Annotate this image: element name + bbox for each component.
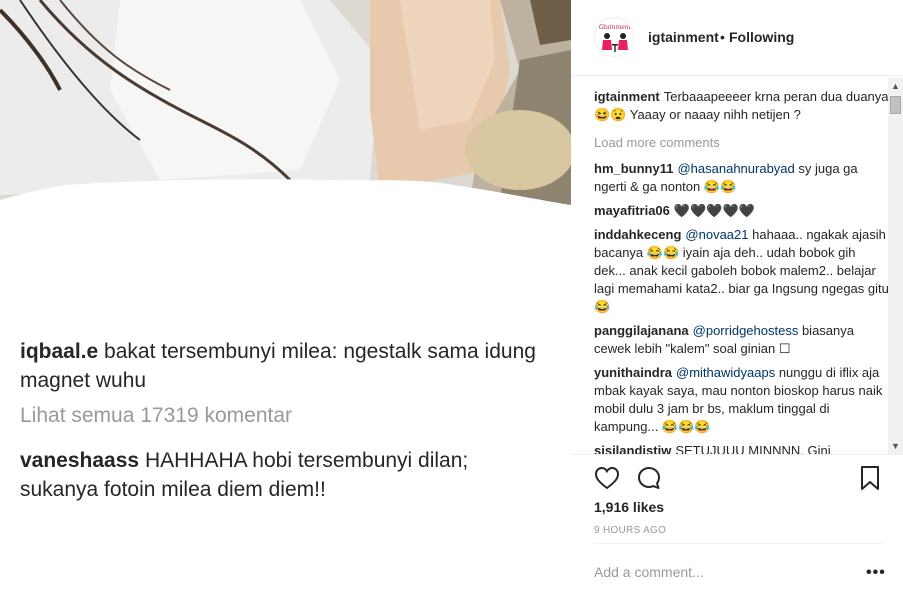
overlay-caption-2: vaneshaass HAHHAHA hobi tersembunyi dila… bbox=[20, 446, 550, 504]
comment-text: SETUJUUU MINNNN. Gini bbox=[675, 443, 831, 454]
comment-mention[interactable]: @porridgehostess bbox=[693, 323, 799, 338]
scrollbar-thumb[interactable] bbox=[890, 96, 901, 114]
load-more-comments-button[interactable]: Load more comments bbox=[594, 135, 890, 150]
header-username[interactable]: igtainment bbox=[648, 29, 719, 45]
comment-username[interactable]: sisilandistiw bbox=[594, 443, 671, 454]
comment-text: 🖤🖤🖤🖤🖤 bbox=[673, 203, 755, 218]
caption-username[interactable]: igtainment bbox=[594, 89, 660, 104]
more-options-button[interactable]: ••• bbox=[866, 564, 886, 582]
following-button[interactable]: Following bbox=[729, 29, 794, 45]
avatar[interactable]: Gtainment bbox=[594, 17, 634, 57]
comment-mention[interactable]: @novaa21 bbox=[685, 227, 748, 242]
overlay-caption-1-text: bakat tersembunyi milea: ngestalk sama i… bbox=[20, 340, 536, 392]
add-comment-bar: ••• bbox=[594, 543, 885, 595]
overlay-caption-2-user: vaneshaass bbox=[20, 449, 140, 472]
post-side-panel: Gtainment igtainment • Following igtainm… bbox=[571, 0, 903, 595]
header-separator: • bbox=[720, 29, 725, 45]
post-header: Gtainment igtainment • Following bbox=[571, 0, 903, 76]
overlay-caption-1: iqbaal.e bakat tersembunyi milea: ngesta… bbox=[20, 337, 550, 395]
comment-item: mayafitria06 🖤🖤🖤🖤🖤 bbox=[594, 202, 890, 220]
add-comment-input[interactable] bbox=[594, 564, 834, 580]
avatar-logo-text: Gtainment bbox=[599, 24, 632, 31]
bookmark-icon[interactable] bbox=[859, 465, 881, 491]
post-actions: 1,916 likes 9 HOURS AGO bbox=[571, 454, 903, 544]
comment-item: panggilajanana @porridgehostess biasanya … bbox=[594, 322, 890, 358]
comment-username[interactable]: hm_bunny11 bbox=[594, 161, 673, 176]
heart-icon[interactable] bbox=[594, 465, 620, 491]
comments-scrollbar[interactable]: ▲ ▼ bbox=[888, 78, 903, 454]
caption-comment: igtainment Terbaaapeeeer krna peran dua d… bbox=[594, 88, 890, 124]
photo-illustration bbox=[0, 0, 571, 215]
post-image[interactable]: iqbaal.e bakat tersembunyi milea: ngesta… bbox=[0, 0, 571, 595]
comment-mention[interactable]: @mithawidyaaps bbox=[676, 365, 775, 380]
comment-bubble-icon[interactable] bbox=[636, 465, 662, 491]
post-timestamp[interactable]: 9 HOURS AGO bbox=[594, 525, 666, 536]
post-photo bbox=[0, 0, 571, 215]
scroll-up-arrow-icon[interactable]: ▲ bbox=[888, 78, 903, 94]
like-count[interactable]: 1,916 likes bbox=[594, 499, 664, 515]
comments-list[interactable]: igtainment Terbaaapeeeer krna peran dua d… bbox=[594, 88, 890, 454]
comment-username[interactable]: inddahkeceng bbox=[594, 227, 681, 242]
comment-item: inddahkeceng @novaa21 hahaaa.. ngakak aja… bbox=[594, 226, 890, 316]
comment-username[interactable]: panggilajanana bbox=[594, 323, 689, 338]
scroll-down-arrow-icon[interactable]: ▼ bbox=[888, 438, 903, 454]
comment-item: yunithaindra @mithawidyaaps nunggu di ifl… bbox=[594, 364, 890, 436]
comment-username[interactable]: mayafitria06 bbox=[594, 203, 670, 218]
comment-mention[interactable]: @hasanahnurabyad bbox=[677, 161, 794, 176]
comment-item: sisilandistiw SETUJUUU MINNNN. Gini bbox=[594, 442, 890, 454]
comment-username[interactable]: yunithaindra bbox=[594, 365, 672, 380]
overlay-view-all-comments: Lihat semua 17319 komentar bbox=[20, 404, 293, 427]
comment-item: hm_bunny11 @hasanahnurabyad sy juga ga ng… bbox=[594, 160, 890, 196]
avatar-logo-icon: Gtainment bbox=[595, 18, 633, 56]
overlay-caption-1-user: iqbaal.e bbox=[20, 340, 99, 363]
